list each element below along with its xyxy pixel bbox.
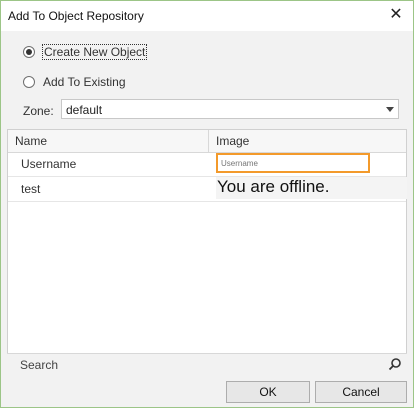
add-to-object-repository-dialog: Add To Object Repository ✕ Create New Ob…: [0, 0, 414, 408]
chevron-down-icon[interactable]: [386, 107, 394, 112]
dialog-body: Create New Object Add To Existing Zone: …: [1, 31, 413, 407]
column-header-name[interactable]: Name: [15, 134, 47, 148]
image-input[interactable]: [216, 153, 370, 173]
add-existing-option[interactable]: Add To Existing: [23, 73, 126, 91]
search-bar[interactable]: Search: [7, 353, 407, 375]
objects-table: Name Image Username test You are offline…: [7, 129, 407, 375]
cancel-button[interactable]: Cancel: [315, 381, 407, 403]
column-divider: [208, 130, 209, 152]
create-new-option[interactable]: Create New Object: [23, 43, 148, 61]
zone-label: Zone:: [23, 104, 54, 118]
zone-dropdown[interactable]: default: [61, 99, 399, 119]
zone-value: default: [66, 103, 103, 117]
table-row[interactable]: test You are offline.: [8, 177, 407, 202]
column-header-image[interactable]: Image: [216, 134, 249, 148]
create-new-label: Create New Object: [41, 44, 148, 60]
radio-add-existing[interactable]: [23, 76, 35, 88]
row-name: Username: [21, 157, 77, 171]
title-bar: Add To Object Repository ✕: [1, 1, 413, 31]
row-name: test: [21, 182, 41, 196]
radio-create-new[interactable]: [23, 46, 35, 58]
add-existing-label: Add To Existing: [43, 75, 126, 89]
search-icon[interactable]: [388, 357, 402, 371]
dialog-title: Add To Object Repository: [8, 9, 144, 23]
table-row[interactable]: Username: [8, 152, 406, 177]
ok-button[interactable]: OK: [226, 381, 310, 403]
table-header: Name Image: [8, 130, 406, 153]
image-offline-message: You are offline.: [216, 177, 407, 199]
close-icon[interactable]: ✕: [387, 6, 405, 24]
search-label: Search: [20, 358, 59, 372]
